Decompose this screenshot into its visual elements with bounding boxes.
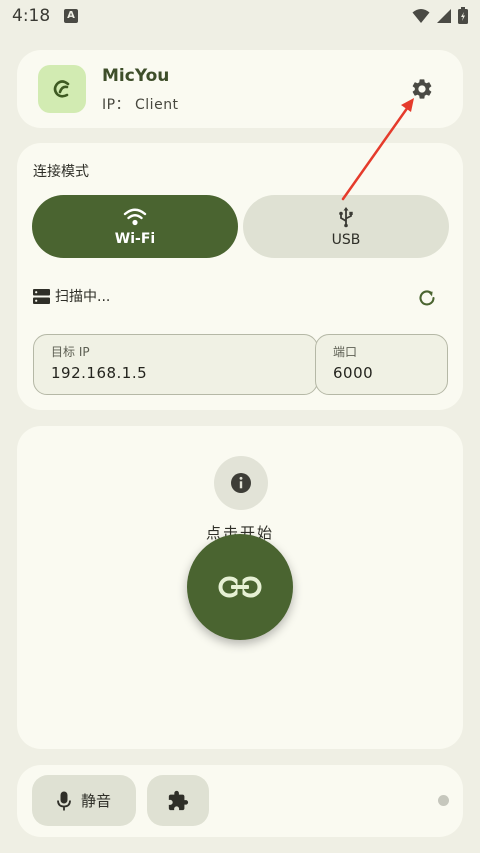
cell-signal-icon (437, 8, 451, 23)
app-logo (38, 65, 86, 113)
app-ip-status: IP： Client (102, 97, 179, 113)
notification-icon: A (64, 9, 78, 23)
target-ip-value: 192.168.1.5 (51, 364, 148, 382)
wifi-icon (123, 208, 147, 225)
puzzle-icon (168, 790, 189, 810)
mic-icon (57, 791, 71, 810)
usb-icon (339, 206, 353, 227)
status-time: 4:18 (12, 6, 51, 26)
target-ip-label: 目标 IP (51, 345, 90, 359)
port-label: 端口 (333, 345, 358, 359)
gear-icon (412, 79, 432, 99)
refresh-button[interactable] (415, 286, 439, 310)
port-value: 6000 (333, 364, 374, 382)
connect-button[interactable] (187, 534, 293, 640)
target-ip-field[interactable]: 目标 IP 192.168.1.5 (33, 334, 318, 395)
battery-icon (458, 7, 468, 24)
connection-card: 连接模式 Wi-Fi USB 扫描中... 目标 IP 192.168.1.5 … (17, 143, 463, 410)
header-card: MicYou IP： Client (17, 50, 463, 128)
wifi-mode-button[interactable]: Wi-Fi (32, 195, 238, 258)
connection-status-dot (438, 795, 449, 806)
usb-mode-label: USB (331, 231, 361, 248)
status-icons (412, 7, 468, 24)
mute-label: 静音 (80, 792, 111, 810)
app-name: MicYou (102, 66, 170, 86)
usb-mode-button[interactable]: USB (243, 195, 449, 258)
port-field[interactable]: 端口 6000 (315, 334, 448, 395)
info-button[interactable] (214, 456, 268, 510)
refresh-icon (419, 290, 435, 306)
wifi-mode-label: Wi-Fi (114, 230, 156, 247)
scan-status-text: 扫描中... (55, 289, 111, 305)
scan-status: 扫描中... (33, 286, 110, 306)
mute-button[interactable]: 静音 (32, 775, 136, 826)
bottom-bar: 静音 (17, 765, 463, 837)
plugin-button[interactable] (147, 775, 209, 826)
link-icon (218, 576, 262, 598)
server-icon (33, 288, 50, 304)
app-logo-icon (53, 80, 70, 98)
settings-button[interactable] (405, 72, 439, 106)
info-icon (231, 473, 251, 493)
connection-mode-title: 连接模式 (33, 164, 89, 180)
wifi-signal-icon (412, 8, 430, 23)
